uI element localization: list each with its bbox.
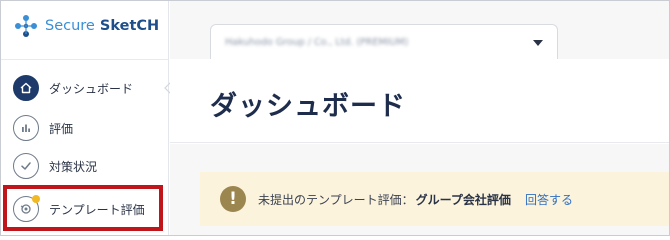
home-icon xyxy=(13,75,39,101)
alert-template-name: グループ会社評価 xyxy=(415,192,511,207)
sidebar-item-dashboard[interactable]: ダッシュボード xyxy=(13,74,133,102)
pending-template-alert: ! 未提出のテンプレート評価： グループ会社評価 回答する xyxy=(200,172,669,226)
page-title: ダッシュボード xyxy=(210,91,406,122)
sidebar-item-label: ダッシュボード xyxy=(49,81,134,96)
app-logo[interactable]: Secure SketCH xyxy=(13,13,159,39)
bar-chart-icon xyxy=(13,115,39,141)
check-icon xyxy=(13,153,39,179)
logo-text-sketch: SketCH xyxy=(99,18,160,34)
organization-selector[interactable]: Hakuhodo Group / Co., Ltd. (PREMIUM) xyxy=(210,24,558,60)
sidebar-item-countermeasures[interactable]: 対策状況 xyxy=(13,152,97,180)
sidebar-item-label: 対策状況 xyxy=(49,159,98,174)
logo-divider xyxy=(1,59,169,60)
sidebar-item-evaluation[interactable]: 評価 xyxy=(13,114,73,142)
chevron-down-icon xyxy=(533,40,543,46)
exclamation-icon: ! xyxy=(220,186,246,212)
alert-text: 未提出のテンプレート評価： xyxy=(258,192,414,207)
sidebar: Secure SketCH ダッシュボード 評価 対策状況 テンプレート評価 xyxy=(1,1,172,235)
logo-icon xyxy=(15,15,37,37)
organization-name: Hakuhodo Group / Co., Ltd. (PREMIUM) xyxy=(225,37,409,48)
logo-text: Secure SketCH xyxy=(45,18,159,34)
logo-text-secure: Secure xyxy=(45,18,95,34)
highlight-box xyxy=(3,185,163,231)
sidebar-item-label: 評価 xyxy=(49,121,74,136)
answer-link[interactable]: 回答する xyxy=(525,191,573,208)
